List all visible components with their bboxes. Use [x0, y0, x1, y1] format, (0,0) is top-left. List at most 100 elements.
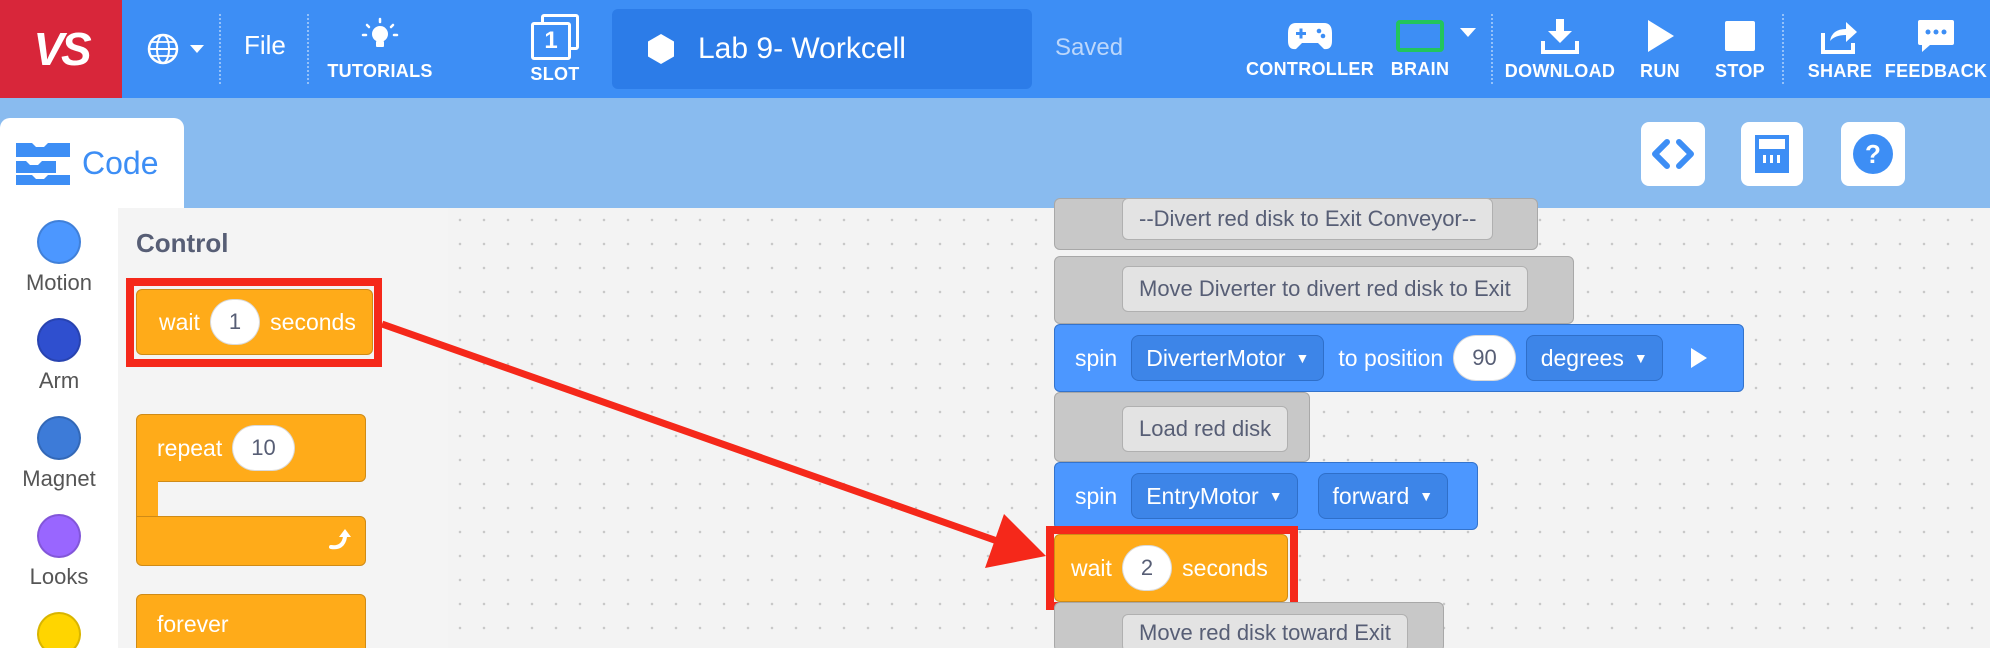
dropdown-value: DiverterMotor	[1146, 344, 1286, 371]
block-text: seconds	[1182, 554, 1268, 581]
dropdown-value: forward	[1332, 482, 1410, 509]
share-button[interactable]: SHARE	[1800, 0, 1880, 98]
comment-block[interactable]: Move Diverter to divert red disk to Exit	[1122, 266, 1528, 312]
category-label: Arm	[38, 368, 80, 393]
palette-repeat-block[interactable]: repeat 10	[136, 414, 366, 482]
block-number-input[interactable]: 2	[1121, 545, 1173, 591]
comment-block[interactable]: --Divert red disk to Exit Conveyor--	[1122, 198, 1494, 240]
tutorials-button[interactable]: TUTORIALS	[320, 0, 440, 98]
caret-down-icon: ▼	[1268, 488, 1283, 504]
unit-dropdown[interactable]: degrees ▼	[1525, 335, 1663, 381]
dropdown-value: EntryMotor	[1146, 482, 1259, 509]
repeat-block-footer	[136, 516, 366, 566]
toolbar-divider	[1491, 14, 1493, 84]
category-label: Magnet	[22, 466, 96, 491]
block-text: seconds	[270, 308, 356, 335]
share-icon	[1821, 21, 1857, 54]
tab-code-label: Code	[82, 144, 159, 181]
direction-dropdown[interactable]: forward ▼	[1317, 473, 1449, 519]
caret-down-icon: ▼	[1419, 488, 1434, 504]
block-number-input[interactable]: 90	[1453, 335, 1516, 381]
help-icon: ?	[1853, 134, 1893, 174]
looks-dot-icon	[37, 514, 81, 558]
block-text: spin	[1075, 344, 1118, 371]
slot-button[interactable]: 1 SLOT	[515, 0, 595, 98]
events-dot-icon	[37, 612, 81, 648]
comment-block[interactable]: Move red disk toward Exit	[1122, 614, 1408, 648]
motion-dot-icon	[37, 220, 81, 264]
lightbulb-icon	[361, 17, 399, 47]
motor-dropdown[interactable]: DiverterMotor ▼	[1131, 335, 1325, 381]
code-blocks-icon	[16, 143, 70, 185]
stop-label: STOP	[1715, 60, 1765, 81]
language-menu[interactable]	[136, 0, 216, 98]
motor-dropdown[interactable]: EntryMotor ▼	[1131, 473, 1298, 519]
block-text: to position	[1338, 344, 1444, 371]
palette-forever-block[interactable]: forever	[136, 594, 366, 648]
chat-bubble-icon	[1918, 19, 1954, 52]
slot-number: 1	[531, 21, 571, 60]
vexcode-logo[interactable]: VS	[0, 0, 122, 98]
comment-block[interactable]: Load red disk	[1122, 406, 1289, 452]
category-motion[interactable]: Motion	[0, 220, 118, 296]
controller-button[interactable]: CONTROLLER	[1246, 0, 1374, 98]
stop-icon	[1725, 20, 1755, 51]
download-label: DOWNLOAD	[1504, 60, 1616, 81]
chevron-down-icon[interactable]	[1458, 26, 1478, 40]
share-label: SHARE	[1807, 60, 1873, 81]
hexagon-icon	[648, 34, 674, 64]
block-text: wait	[1071, 554, 1112, 581]
top-toolbar: VS File TUTORIALS 1 SLOT Lab 9- Workcell…	[0, 0, 1990, 98]
block-number-input[interactable]: 10	[232, 425, 295, 471]
category-arm[interactable]: Arm	[0, 318, 118, 394]
caret-down-icon: ▼	[1633, 350, 1648, 366]
block-number-input[interactable]: 1	[209, 299, 261, 345]
chevron-down-icon	[190, 45, 204, 53]
code-brackets-icon	[1652, 139, 1694, 169]
wait-seconds-block[interactable]: wait 2 seconds	[1054, 534, 1288, 602]
port-device-icon	[1755, 135, 1789, 173]
block-text: repeat	[157, 434, 223, 461]
file-menu[interactable]: File	[244, 30, 286, 61]
category-magnet[interactable]: Magnet	[0, 416, 118, 492]
tutorials-label: TUTORIALS	[327, 60, 433, 81]
svg-text:?: ?	[1865, 139, 1881, 169]
spin-block[interactable]: spin EntryMotor ▼ forward ▼	[1054, 462, 1478, 530]
dropdown-value: degrees	[1540, 344, 1624, 371]
magnet-dot-icon	[37, 416, 81, 460]
toolbar-divider	[1782, 14, 1784, 84]
loop-arrow-icon	[329, 529, 351, 550]
code-viewer-button[interactable]	[1641, 122, 1705, 186]
category-events[interactable]	[0, 612, 118, 648]
slot-label: SLOT	[530, 63, 580, 84]
slot-icon: 1	[531, 13, 579, 60]
repeat-block-arm	[136, 481, 158, 517]
brain-status-icon	[1396, 19, 1444, 52]
block-text: forever	[157, 610, 229, 637]
stop-button[interactable]: STOP	[1708, 0, 1772, 98]
feedback-button[interactable]: FEEDBACK	[1885, 0, 1987, 98]
download-icon	[1541, 18, 1579, 54]
project-name-field[interactable]: Lab 9- Workcell	[612, 9, 1032, 89]
brain-button[interactable]: BRAIN	[1380, 0, 1460, 98]
download-button[interactable]: DOWNLOAD	[1502, 0, 1618, 98]
help-button[interactable]: ?	[1841, 122, 1905, 186]
project-name: Lab 9- Workcell	[698, 32, 906, 65]
tab-code[interactable]: Code	[0, 118, 184, 208]
globe-icon	[147, 33, 179, 65]
palette-section-title: Control	[136, 228, 229, 258]
play-icon	[1648, 19, 1674, 52]
palette-wait-block[interactable]: wait 1 seconds	[136, 289, 373, 355]
saved-status: Saved	[1055, 34, 1124, 61]
category-sidebar: Motion Arm Magnet Looks	[0, 208, 118, 648]
caret-down-icon: ▼	[1295, 350, 1310, 366]
brain-label: BRAIN	[1390, 58, 1450, 79]
play-triangle-icon[interactable]	[1687, 345, 1711, 371]
run-button[interactable]: RUN	[1630, 0, 1690, 98]
spin-to-position-block[interactable]: spin DiverterMotor ▼ to position 90 degre…	[1054, 324, 1744, 392]
devices-button[interactable]	[1741, 122, 1803, 186]
block-text: spin	[1075, 482, 1118, 509]
category-looks[interactable]: Looks	[0, 514, 118, 590]
arm-dot-icon	[37, 318, 81, 362]
controller-label: CONTROLLER	[1246, 58, 1374, 79]
